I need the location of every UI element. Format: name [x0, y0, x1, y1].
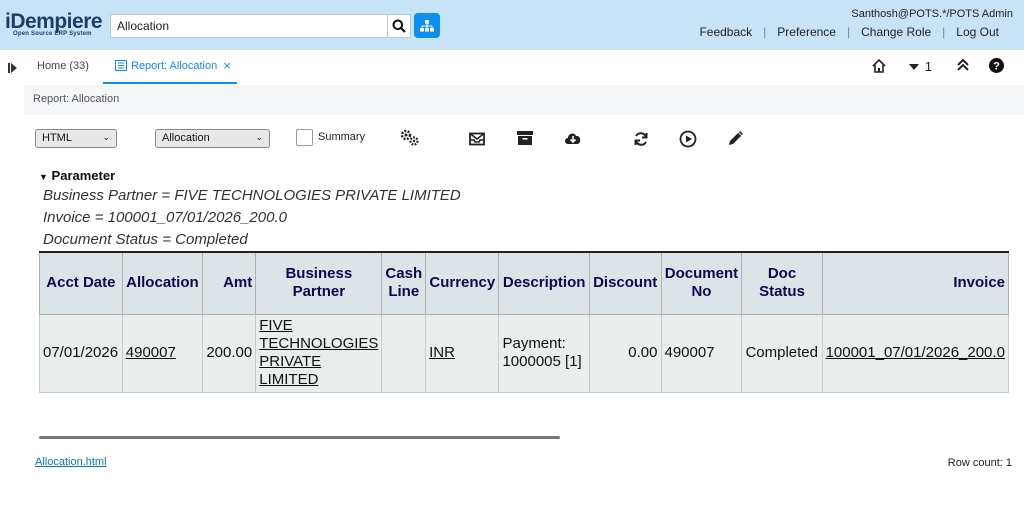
business-partner-link-line[interactable]: LIMITED — [259, 371, 318, 388]
column-header[interactable]: Amt — [202, 251, 257, 315]
print-format-select[interactable]: Allocation ⌄ — [155, 129, 270, 148]
menu-tree-button[interactable] — [414, 13, 440, 38]
current-user-label: Santhosh@POTS.*/POTS Admin — [851, 8, 1013, 20]
report-viewer: HTML ⌄ Allocation ⌄ Summary ▼ Parameter … — [24, 115, 1024, 506]
report-icon — [115, 60, 127, 71]
report-table: Acct Date Allocation Amt Business Partne… — [39, 251, 1009, 393]
idempiere-logo[interactable]: iDempiere Open Source ERP System — [5, 10, 107, 40]
search-icon — [392, 19, 406, 33]
cell-document-no: 490007 — [660, 313, 743, 393]
export-file-link[interactable]: Allocation.html — [35, 456, 107, 468]
cell-description: Payment: 1000005 [1] — [498, 313, 590, 393]
email-icon[interactable] — [467, 129, 487, 149]
cell-allocation[interactable]: 490007 — [121, 313, 204, 393]
column-header[interactable]: Document No — [660, 251, 743, 315]
column-header[interactable]: Discount — [588, 251, 662, 315]
tab-report-allocation[interactable]: Report: Allocation × — [103, 50, 237, 84]
caret-down-icon: ▼ — [39, 172, 48, 182]
chevron-down-icon: ⌄ — [102, 132, 110, 142]
column-header[interactable]: Cash Line — [381, 251, 427, 315]
tab-report-label: Report: Allocation — [131, 60, 218, 72]
column-header[interactable]: Currency — [425, 251, 500, 315]
column-header[interactable]: Acct Date — [39, 251, 123, 315]
home-icon[interactable] — [871, 58, 887, 74]
run-play-icon[interactable] — [678, 129, 698, 149]
cell-business-partner[interactable]: FIVE TECHNOLOGIES PRIVATE LIMITED — [255, 313, 383, 393]
preference-link[interactable]: Preference — [766, 25, 847, 39]
search-button[interactable] — [388, 14, 411, 38]
horizontal-scrollbar[interactable] — [39, 436, 560, 439]
header-links: Feedback | Preference | Change Role | Log O… — [688, 25, 1010, 39]
summary-label: Summary — [318, 131, 366, 143]
column-header[interactable]: Allocation — [121, 251, 204, 315]
table-header-row: Acct Date Allocation Amt Business Partne… — [39, 251, 1009, 315]
cell-amt: 200.00 — [202, 313, 257, 393]
cell-acct-date: 07/01/2026 — [39, 313, 123, 393]
breadcrumb: Report: Allocation — [33, 93, 120, 105]
tab-home[interactable]: Home (33) — [37, 60, 89, 72]
change-role-link[interactable]: Change Role — [850, 25, 942, 39]
feedback-link[interactable]: Feedback — [688, 25, 763, 39]
logo-subtext: Open Source ERP System — [13, 31, 92, 37]
column-header[interactable]: Doc Status — [741, 251, 823, 315]
column-header[interactable]: Business Partner — [255, 251, 383, 315]
column-header[interactable]: Invoice — [821, 251, 1009, 315]
parameter-document-status: Document Status = Completed — [43, 231, 248, 248]
collapse-up-icon[interactable] — [956, 58, 970, 72]
business-partner-link-line[interactable]: TECHNOLOGIES — [259, 335, 378, 352]
global-search-input[interactable]: Allocation — [110, 14, 388, 38]
currency-link[interactable]: INR — [429, 344, 455, 361]
help-icon[interactable]: ? — [989, 58, 1004, 73]
business-partner-link-line[interactable]: FIVE — [259, 317, 292, 334]
cell-doc-status: Completed — [741, 313, 823, 393]
parameter-business-partner: Business Partner = FIVE TECHNOLOGIES PRI… — [43, 187, 461, 204]
edit-pencil-icon[interactable] — [726, 128, 746, 148]
description-line: Payment: — [502, 335, 566, 352]
output-format-value: HTML — [42, 132, 72, 144]
window-tab-bar: Home (33) Report: Allocation × 1 ? — [0, 50, 1024, 85]
open-window-count: 1 — [924, 59, 932, 74]
invoice-link[interactable]: 100001_07/01/2026_200.0 — [826, 344, 1005, 361]
cell-cash-line — [381, 313, 427, 393]
business-partner-link-line[interactable]: PRIVATE — [259, 353, 321, 370]
report-table-container[interactable]: Acct Date Allocation Amt Business Partne… — [39, 251, 1009, 394]
expand-panel-icon[interactable] — [8, 62, 18, 74]
breadcrumb-bar: Report: Allocation — [24, 85, 1024, 115]
print-format-value: Allocation — [162, 132, 210, 144]
customize-settings-icon[interactable] — [400, 128, 420, 148]
table-row: 07/01/2026 490007 200.00 FIVE TECHNOLOGI… — [39, 313, 1009, 393]
svg-text:?: ? — [993, 61, 1000, 73]
archive-icon[interactable] — [515, 128, 535, 148]
column-header[interactable]: Description — [498, 251, 590, 315]
close-tab-icon[interactable]: × — [223, 59, 231, 82]
sitemap-icon — [420, 19, 434, 31]
row-count-label: Row count: 1 — [947, 457, 1012, 469]
allocation-link[interactable]: 490007 — [126, 344, 176, 361]
refresh-icon[interactable] — [631, 129, 651, 149]
output-format-select[interactable]: HTML ⌄ — [35, 129, 117, 148]
cell-discount: 0.00 — [588, 313, 662, 393]
app-header: iDempiere Open Source ERP System Allocat… — [0, 0, 1024, 50]
download-cloud-icon[interactable] — [563, 128, 583, 148]
log-out-link[interactable]: Log Out — [945, 25, 1010, 39]
parameter-section-toggle[interactable]: ▼ Parameter — [39, 168, 115, 183]
window-dropdown-icon[interactable] — [909, 64, 919, 70]
parameter-invoice: Invoice = 100001_07/01/2026_200.0 — [43, 209, 287, 226]
parameter-title: Parameter — [51, 168, 116, 183]
summary-checkbox[interactable] — [296, 129, 313, 146]
chevron-down-icon: ⌄ — [255, 132, 263, 142]
description-line: 1000005 [1] — [502, 353, 582, 370]
cell-currency[interactable]: INR — [425, 313, 500, 393]
cell-invoice[interactable]: 100001_07/01/2026_200.0 — [821, 313, 1009, 393]
